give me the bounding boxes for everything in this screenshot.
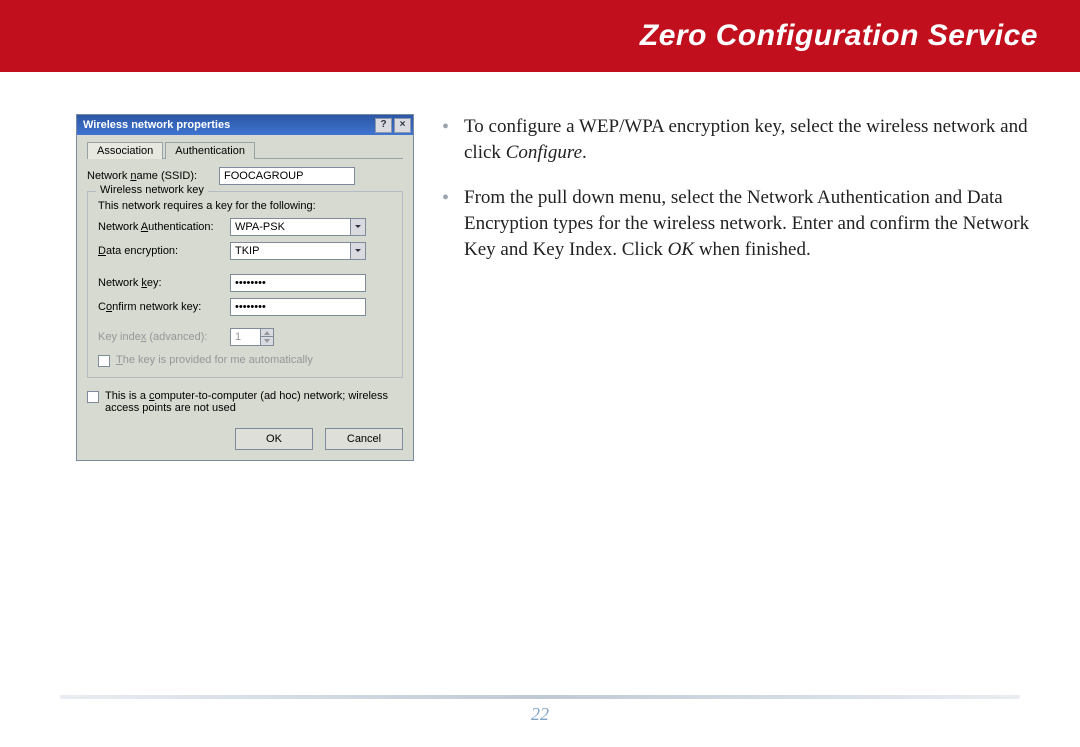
spin-down-icon: [260, 337, 274, 346]
wireless-key-group: Wireless network key This network requir…: [87, 191, 403, 378]
key-label: Network key:: [98, 277, 230, 289]
confirm-label: Confirm network key:: [98, 301, 230, 313]
dropdown-arrow-icon[interactable]: [350, 242, 366, 260]
adhoc-label: This is a computer-to-computer (ad hoc) …: [105, 390, 403, 414]
group-note: This network requires a key for the foll…: [98, 200, 392, 212]
enc-label: Data encryption:: [98, 245, 230, 257]
provided-label: The key is provided for me automatically: [116, 354, 313, 366]
auth-select[interactable]: WPA-PSK: [230, 218, 366, 236]
provided-auto-row: The key is provided for me automatically: [98, 354, 392, 367]
auth-label: Network Authentication:: [98, 221, 230, 233]
enc-row: Data encryption: TKIP: [98, 242, 392, 260]
confirm-key-input[interactable]: ••••••••: [230, 298, 366, 316]
provided-checkbox: [98, 355, 110, 367]
dialog-titlebar: Wireless network properties ? ×: [77, 115, 413, 135]
adhoc-checkbox[interactable]: [87, 391, 99, 403]
help-button[interactable]: ?: [375, 118, 392, 133]
ssid-row: Network name (SSID): FOOCAGROUP: [87, 167, 403, 185]
ok-button[interactable]: OK: [235, 428, 313, 450]
dropdown-arrow-icon[interactable]: [350, 218, 366, 236]
key-row: Network key: ••••••••: [98, 274, 392, 292]
dialog-client: Association Authentication Network name …: [77, 135, 413, 460]
enc-value: TKIP: [230, 242, 350, 260]
page-number: 22: [0, 704, 1080, 725]
keyindex-row: Key index (advanced): 1: [98, 328, 392, 346]
close-button[interactable]: ×: [394, 118, 411, 133]
wireless-properties-dialog: Wireless network properties ? × Associat…: [76, 114, 414, 461]
tab-association[interactable]: Association: [87, 142, 163, 159]
keyindex-spinner: 1: [230, 328, 274, 346]
instruction-item: From the pull down menu, select the Netw…: [442, 185, 1034, 262]
network-key-input[interactable]: ••••••••: [230, 274, 366, 292]
spin-up-icon: [260, 328, 274, 337]
auth-value: WPA-PSK: [230, 218, 350, 236]
ssid-label: Network name (SSID):: [87, 170, 219, 182]
tabs: Association Authentication: [87, 141, 403, 159]
button-row: OK Cancel: [87, 428, 403, 450]
ssid-input[interactable]: FOOCAGROUP: [219, 167, 355, 185]
dialog-screenshot: Wireless network properties ? × Associat…: [76, 114, 414, 461]
keyindex-value: 1: [230, 328, 260, 346]
auth-row: Network Authentication: WPA-PSK: [98, 218, 392, 236]
instructions: To configure a WEP/WPA encryption key, s…: [442, 114, 1034, 461]
page-title: Zero Configuration Service: [640, 19, 1038, 53]
confirm-row: Confirm network key: ••••••••: [98, 298, 392, 316]
enc-select[interactable]: TKIP: [230, 242, 366, 260]
header-band: Zero Configuration Service: [0, 0, 1080, 72]
footer-rule: [60, 695, 1020, 699]
adhoc-row: This is a computer-to-computer (ad hoc) …: [87, 390, 403, 414]
page-body: Wireless network properties ? × Associat…: [0, 72, 1080, 461]
cancel-button[interactable]: Cancel: [325, 428, 403, 450]
keyindex-label: Key index (advanced):: [98, 331, 230, 343]
tab-authentication[interactable]: Authentication: [165, 142, 255, 159]
dialog-title: Wireless network properties: [83, 119, 230, 131]
group-title: Wireless network key: [96, 184, 208, 196]
instruction-item: To configure a WEP/WPA encryption key, s…: [442, 114, 1034, 165]
